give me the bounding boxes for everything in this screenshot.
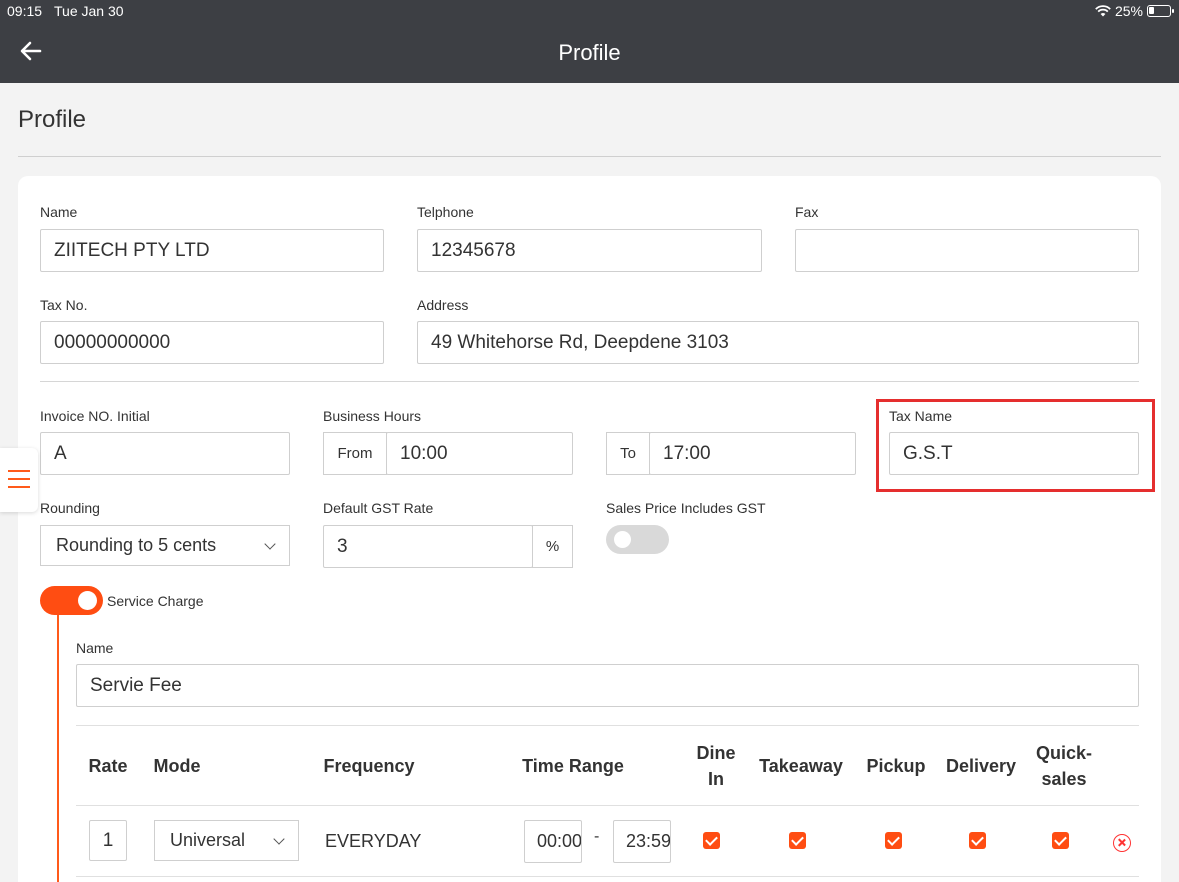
status-time: 09:15 [7, 3, 43, 19]
wifi-icon [1095, 5, 1111, 17]
telephone-input[interactable]: 12345678 [417, 229, 762, 272]
col-takeaway: Takeaway [759, 756, 843, 776]
time-start-input[interactable]: 00:00 [524, 820, 582, 863]
frequency-value: EVERYDAY [325, 831, 422, 851]
col-delivery: Delivery [945, 756, 1017, 776]
name-input[interactable]: ZIITECH PTY LTD [40, 229, 384, 272]
service-name-label: Name [76, 640, 114, 656]
from-addon: From [323, 432, 387, 475]
page-title: Profile [18, 106, 87, 133]
to-addon: To [606, 432, 650, 475]
gst-rate-label: Default GST Rate [323, 500, 434, 516]
invoice-initial-input[interactable]: A [40, 432, 290, 475]
menu-icon [8, 470, 30, 472]
sales-price-includes-gst-label: Sales Price Includes GST [606, 500, 766, 516]
status-bar: 09:15 Tue Jan 30 25% [0, 0, 1179, 22]
quick-sales-checkbox[interactable] [1052, 832, 1069, 849]
rounding-value: Rounding to 5 cents [56, 535, 217, 555]
business-hours-label: Business Hours [323, 408, 422, 424]
telephone-label: Telphone [417, 204, 474, 220]
battery-icon [1147, 5, 1174, 17]
gst-rate-input[interactable]: 3 [323, 525, 533, 568]
toggle-knob [614, 531, 631, 548]
service-charge-line [57, 615, 59, 882]
takeaway-checkbox[interactable] [789, 832, 806, 849]
chevron-down-icon [264, 537, 276, 550]
address-label: Address [417, 297, 469, 313]
dine-in-checkbox[interactable] [703, 832, 720, 849]
sales-price-includes-gst-toggle[interactable] [606, 525, 669, 554]
invoice-initial-label: Invoice NO. Initial [40, 408, 150, 424]
col-dine-in: Dine In [696, 743, 736, 789]
app-bar-title: Profile [558, 40, 621, 65]
hours-from-input[interactable]: 10:00 [386, 432, 573, 475]
mode-value: Universal [170, 830, 246, 850]
col-mode: Mode [153, 756, 201, 776]
tax-no-label: Tax No. [40, 297, 88, 313]
rounding-label: Rounding [40, 500, 100, 516]
table-bottom-line [76, 876, 1139, 877]
status-right: 25% [1095, 3, 1174, 19]
pickup-checkbox[interactable] [885, 832, 902, 849]
col-rate: Rate [88, 756, 128, 776]
divider [18, 156, 1161, 157]
time-separator: - [594, 828, 600, 845]
col-frequency: Frequency [323, 756, 415, 776]
tax-name-highlight [876, 399, 1155, 492]
fax-label: Fax [795, 204, 819, 220]
rounding-select[interactable]: Rounding to 5 cents [40, 525, 290, 566]
mode-select[interactable]: Universal [154, 820, 299, 861]
time-end-input[interactable]: 23:59 [613, 820, 671, 863]
remove-row-icon[interactable] [1113, 834, 1131, 852]
hours-to-input[interactable]: 17:00 [649, 432, 856, 475]
toggle-knob [78, 591, 97, 610]
menu-icon-line [8, 486, 30, 488]
col-time-range: Time Range [522, 756, 624, 776]
service-charge-toggle[interactable] [40, 586, 103, 615]
rate-input[interactable]: 1 [89, 820, 127, 861]
battery-percent: 25% [1114, 3, 1143, 19]
service-name-input[interactable]: Servie Fee [76, 664, 1139, 707]
tax-no-input[interactable]: 00000000000 [40, 321, 384, 364]
menu-icon-line [8, 478, 30, 480]
fax-input[interactable] [795, 229, 1139, 272]
address-input[interactable]: 49 Whitehorse Rd, Deepdene 3103 [417, 321, 1139, 364]
service-charge-label: Service Charge [107, 593, 204, 609]
col-pickup: Pickup [866, 756, 926, 776]
chevron-down-icon [273, 832, 285, 845]
status-date: Tue Jan 30 [54, 3, 124, 19]
app-bar: Profile [0, 22, 1179, 83]
side-menu-button[interactable] [0, 448, 38, 512]
delivery-checkbox[interactable] [969, 832, 986, 849]
table-top-line [76, 725, 1139, 726]
col-quick-sales: Quick-sales [1035, 743, 1092, 789]
table-header-line [76, 805, 1139, 806]
section-divider [40, 381, 1139, 382]
name-label: Name [40, 204, 78, 220]
percent-addon: % [532, 525, 573, 568]
